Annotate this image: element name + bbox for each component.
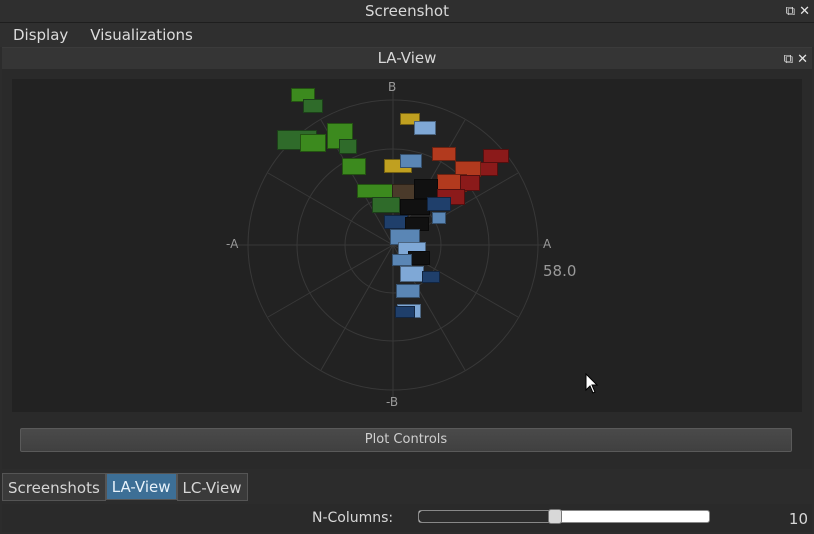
panel-title: LA-View bbox=[377, 49, 437, 67]
tab-screenshots[interactable]: Screenshots bbox=[2, 473, 106, 501]
image-thumbnail[interactable] bbox=[342, 158, 366, 175]
image-thumbnail[interactable] bbox=[300, 134, 326, 152]
window-title: Screenshot bbox=[365, 2, 449, 20]
image-thumbnail[interactable] bbox=[395, 306, 415, 318]
ncolumns-slider[interactable] bbox=[418, 509, 710, 524]
ncolumns-value: 10 bbox=[788, 510, 808, 528]
image-thumbnail[interactable] bbox=[400, 266, 424, 282]
image-thumbnail[interactable] bbox=[427, 197, 451, 211]
menubar: Display Visualizations bbox=[0, 23, 814, 47]
image-thumbnail[interactable] bbox=[400, 154, 422, 168]
image-thumbnail[interactable] bbox=[414, 121, 436, 135]
panel-restore-icon[interactable]: ⧉ bbox=[784, 53, 793, 66]
restore-icon[interactable]: ⧉ bbox=[786, 5, 795, 18]
image-thumbnail[interactable] bbox=[478, 162, 498, 176]
panel-close-icon[interactable]: ✕ bbox=[797, 53, 808, 66]
tab-lc-view[interactable]: LC-View bbox=[176, 473, 248, 501]
image-thumbnail[interactable] bbox=[372, 197, 400, 213]
axis-label-bottom: -B bbox=[386, 395, 399, 409]
image-thumbnail[interactable] bbox=[414, 179, 438, 199]
image-thumbnail[interactable] bbox=[483, 149, 509, 163]
image-thumbnail[interactable] bbox=[432, 147, 456, 161]
image-thumbnail[interactable] bbox=[357, 184, 393, 198]
window-titlebar: Screenshot ⧉ ✕ bbox=[0, 0, 814, 23]
menu-visualizations[interactable]: Visualizations bbox=[83, 26, 200, 44]
image-thumbnail[interactable] bbox=[339, 139, 357, 154]
ncolumns-slider-fill bbox=[419, 511, 556, 522]
ncolumns-slider-handle[interactable] bbox=[548, 509, 563, 524]
close-icon[interactable]: ✕ bbox=[799, 5, 810, 18]
panel-titlebar: LA-View ⧉ ✕ bbox=[2, 47, 812, 70]
ncolumns-label: N-Columns: bbox=[312, 510, 394, 526]
tab-la-view[interactable]: LA-View bbox=[105, 473, 177, 500]
image-thumbnail[interactable] bbox=[432, 212, 446, 224]
menu-display[interactable]: Display bbox=[6, 26, 75, 44]
image-thumbnail[interactable] bbox=[303, 99, 323, 113]
mouse-cursor-icon bbox=[585, 373, 599, 394]
image-thumbnail[interactable] bbox=[396, 284, 420, 298]
image-thumbnail[interactable] bbox=[392, 254, 412, 266]
image-thumbnail[interactable] bbox=[422, 271, 440, 283]
radius-value-label: 58.0 bbox=[543, 262, 577, 280]
image-thumbnail[interactable] bbox=[400, 199, 430, 215]
axis-label-right: A bbox=[543, 237, 552, 251]
view-tabbar: Screenshots LA-View LC-View bbox=[2, 473, 248, 501]
la-view-plot[interactable]: B -B -A A 58.0 bbox=[12, 79, 802, 412]
axis-label-top: B bbox=[388, 80, 397, 94]
plot-controls-button[interactable]: Plot Controls bbox=[20, 428, 792, 452]
axis-label-left: -A bbox=[226, 237, 239, 251]
